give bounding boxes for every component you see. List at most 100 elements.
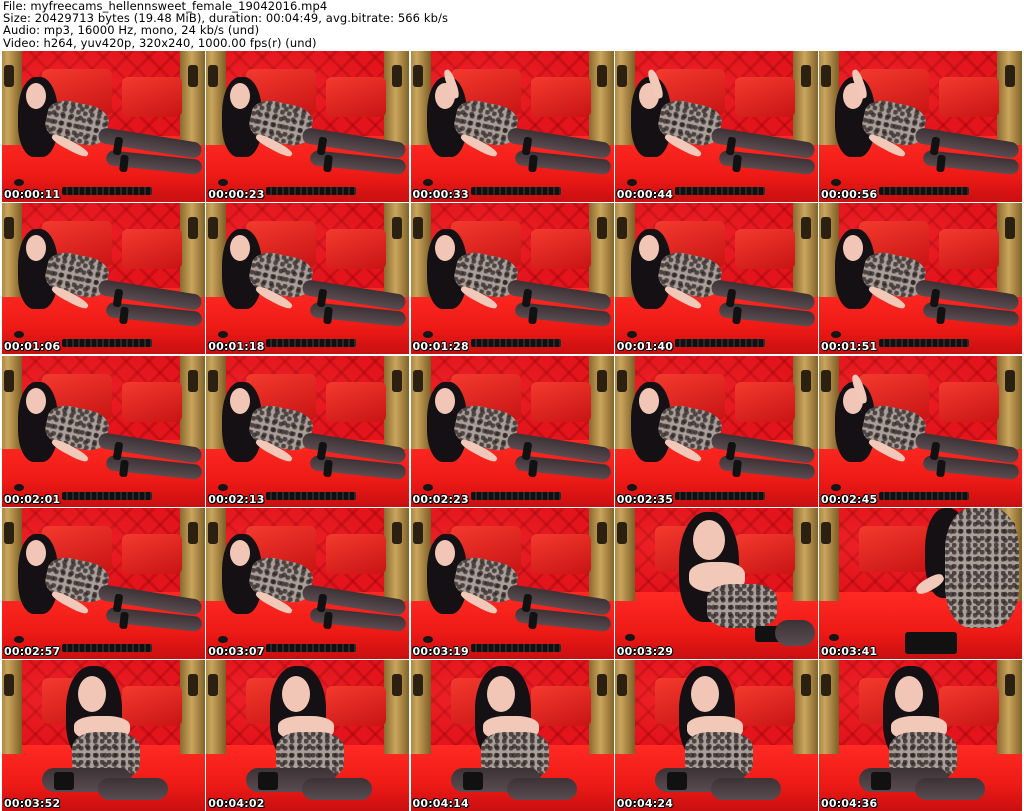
stocking-band <box>871 772 891 790</box>
thumbnail-frame-image <box>410 507 614 659</box>
video-thumbnail: 00:01:40 <box>614 203 818 355</box>
video-thumbnail: 00:01:28 <box>410 203 614 355</box>
stocking-band <box>936 459 946 477</box>
figure-face <box>78 676 106 712</box>
stocking-band <box>258 772 279 790</box>
keyboard <box>470 491 561 500</box>
computer-mouse <box>422 331 433 339</box>
thumbnail-timestamp: 00:00:23 <box>208 188 265 201</box>
keyboard <box>879 339 969 348</box>
computer-mouse <box>624 633 635 641</box>
keyboard <box>266 491 357 500</box>
thumbnail-timestamp: 00:02:45 <box>821 492 878 506</box>
stocking-band <box>527 306 538 325</box>
headboard-trim-right <box>180 355 205 450</box>
video-thumbnail: 00:01:06 <box>2 203 205 355</box>
computer-mouse <box>422 635 433 643</box>
cushion <box>939 686 999 726</box>
keyboard <box>266 187 357 195</box>
headboard-trim-right <box>792 51 818 145</box>
figure-face <box>434 387 455 414</box>
headboard-trim-right <box>180 660 205 754</box>
thumbnail-timestamp: 00:04:24 <box>616 797 674 810</box>
video-thumbnail: 00:01:18 <box>206 203 410 355</box>
keyboard <box>62 339 152 348</box>
stocking-band <box>905 631 957 654</box>
keyboard <box>62 643 152 652</box>
figure-bodysuit <box>945 507 1019 628</box>
video-thumbnail: 00:00:44 <box>614 51 818 202</box>
thumbnail-frame-image <box>614 51 818 202</box>
keyboard <box>674 491 765 500</box>
thumbnail-frame-image <box>410 660 614 811</box>
keyboard <box>470 643 561 652</box>
video-thumbnail: 00:04:24 <box>614 660 818 811</box>
video-thumbnail: 00:00:56 <box>819 51 1022 202</box>
thumbnail-frame-image <box>2 355 205 507</box>
thumbnail-frame-image <box>819 51 1022 202</box>
thumbnail-frame-image <box>819 203 1022 355</box>
cushion <box>530 77 591 117</box>
video-thumbnail: 00:02:45 <box>819 355 1022 507</box>
headboard-trim-right <box>180 203 205 297</box>
video-thumbnail: 00:01:51 <box>819 203 1022 355</box>
thumbnail-frame-image <box>819 660 1022 811</box>
headboard-trim-right <box>997 660 1022 754</box>
keyboard <box>674 339 765 348</box>
thumbnail-frame-image <box>614 203 818 355</box>
thumbnail-frame-image <box>2 660 205 811</box>
headboard-trim-right <box>384 355 410 450</box>
thumbnail-timestamp: 00:01:51 <box>821 340 878 354</box>
cushion <box>122 229 182 270</box>
thumbnail-timestamp: 00:02:13 <box>208 492 265 506</box>
video-thumbnail: 00:00:23 <box>206 51 410 202</box>
headboard-trim-right <box>384 507 410 602</box>
headboard-trim-right <box>588 51 614 145</box>
computer-mouse <box>831 483 841 491</box>
figure-leg <box>302 778 373 800</box>
file-info-header: File: myfreecams_hellennsweet_female_190… <box>3 0 1021 50</box>
headboard-trim-right <box>384 660 410 754</box>
headboard-trim-right <box>384 203 410 297</box>
thumbnail-timestamp: 00:04:02 <box>208 797 265 810</box>
cushion <box>530 686 591 726</box>
video-thumbnail: 00:04:14 <box>410 660 614 811</box>
video-thumbnail: 00:03:41 <box>819 507 1022 659</box>
cushion <box>530 381 591 422</box>
headboard-trim-right <box>997 355 1022 450</box>
stocking-band <box>527 611 538 630</box>
video-thumbnail: 00:03:52 <box>2 660 205 811</box>
keyboard <box>470 187 561 195</box>
thumbnail-frame-image <box>410 355 614 507</box>
stocking-band <box>731 154 742 173</box>
stocking-band <box>527 154 538 173</box>
figure-face <box>692 519 725 560</box>
thumbnail-timestamp: 00:01:28 <box>412 340 469 354</box>
headboard-trim-right <box>180 51 205 145</box>
thumbnail-frame-image <box>206 203 410 355</box>
thumbnail-timestamp: 00:01:06 <box>4 340 61 354</box>
cushion <box>939 77 999 117</box>
video-thumbnail: 00:02:35 <box>614 355 818 507</box>
cushion <box>859 525 929 572</box>
thumbnail-frame-image <box>206 355 410 507</box>
computer-mouse <box>14 179 24 186</box>
headboard-trim-right <box>997 203 1022 297</box>
cushion <box>734 533 795 574</box>
headboard-trim-left <box>614 507 635 602</box>
figure-leg <box>915 778 985 800</box>
thumbnail-frame-image <box>614 355 818 507</box>
video-thumbnail: 00:00:11 <box>2 51 205 202</box>
stocking-band <box>666 772 687 790</box>
computer-mouse <box>626 179 637 186</box>
figure-face <box>486 676 515 712</box>
thumbnail-timestamp: 00:03:41 <box>821 644 878 658</box>
headboard-trim-right <box>792 203 818 297</box>
video-thumbnail: 00:02:57 <box>2 507 205 659</box>
cushion <box>939 381 999 422</box>
thumbnail-timestamp: 00:00:56 <box>821 188 878 201</box>
cushion <box>734 686 795 726</box>
keyboard <box>62 491 152 500</box>
computer-mouse <box>14 635 24 643</box>
video-thumbnail: 00:03:19 <box>410 507 614 659</box>
